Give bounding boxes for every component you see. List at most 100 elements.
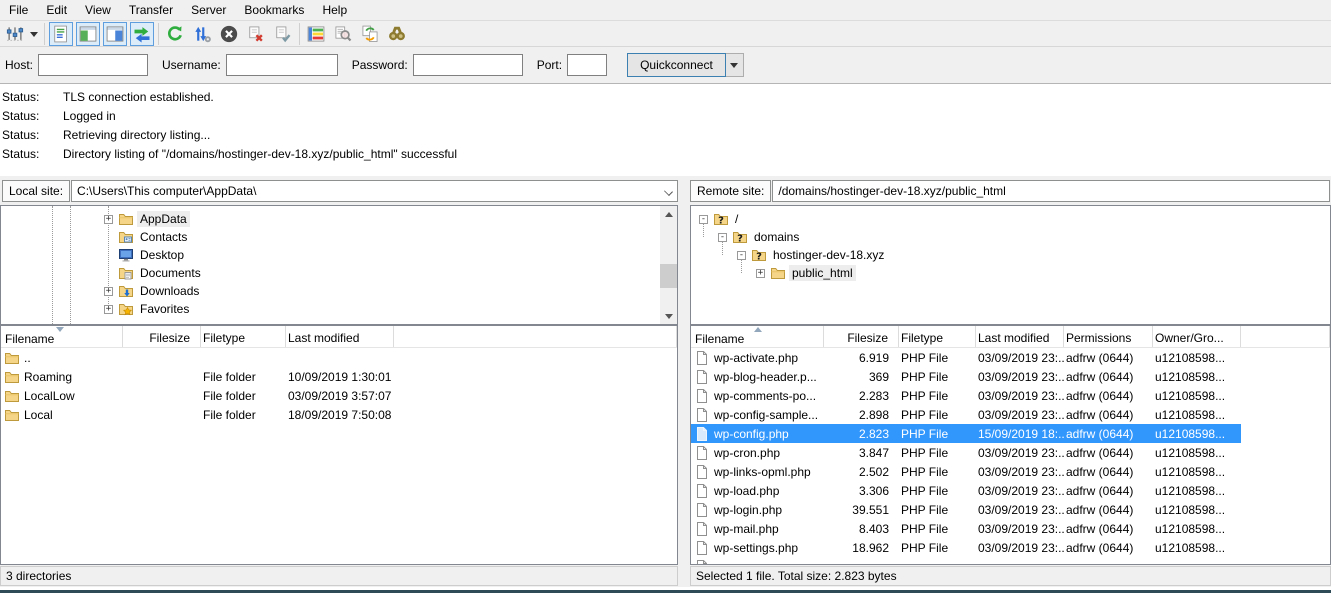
expander-icon[interactable]: - (718, 233, 727, 242)
file-owner: u12108598... (1153, 446, 1241, 460)
table-row[interactable]: wp-activate.php 6.919 PHP File 03/09/201… (691, 348, 1330, 367)
quickconnect-dropdown[interactable] (726, 53, 744, 77)
table-row[interactable]: LocalLow File folder 03/09/2019 3:57:07 (1, 386, 677, 405)
table-row[interactable]: wp-links-opml.php 2.502 PHP File 03/09/2… (691, 462, 1330, 481)
transfer-queue-toggle-button[interactable] (130, 22, 154, 46)
menu-file[interactable]: File (0, 1, 37, 19)
column-header-filesize[interactable]: Filesize (123, 326, 201, 347)
tree-item-downloads[interactable]: + Downloads (1, 282, 677, 300)
expander-icon[interactable]: - (699, 215, 708, 224)
local-path-input[interactable] (72, 181, 677, 201)
file-icon (694, 559, 710, 566)
port-input[interactable] (567, 54, 607, 76)
port-label: Port: (537, 58, 562, 72)
column-header-last-modified[interactable]: Last modified (286, 326, 394, 347)
table-row-selected[interactable]: wp-config.php 2.823 PHP File 15/09/2019 … (691, 424, 1241, 443)
tree-item-contacts[interactable]: Contacts (1, 228, 677, 246)
menu-view[interactable]: View (76, 1, 120, 19)
column-header-filler (394, 326, 677, 347)
sort-ascending-icon (754, 327, 762, 332)
file-name: .. (24, 351, 31, 365)
table-row[interactable]: Roaming File folder 10/09/2019 1:30:01 (1, 367, 677, 386)
toolbar-separator (158, 23, 159, 45)
local-tree-toggle-button[interactable] (76, 22, 100, 46)
tree-item-favorites[interactable]: + Favorites (1, 300, 677, 318)
tree-item-label: Documents (137, 265, 204, 281)
scroll-up-button[interactable] (660, 206, 677, 222)
directory-comparison-button[interactable] (304, 22, 328, 46)
column-header-permissions[interactable]: Permissions (1064, 326, 1153, 347)
local-tree-scrollbar[interactable] (660, 206, 677, 324)
quickconnect-button[interactable]: Quickconnect (627, 53, 726, 77)
tree-item-root[interactable]: - / (691, 210, 1330, 228)
table-row[interactable]: wp-blog-header.p... 369 PHP File 03/09/2… (691, 367, 1330, 386)
synchronized-browsing-button[interactable] (358, 22, 382, 46)
menu-server[interactable]: Server (182, 1, 235, 19)
file-owner: u12108598... (1153, 408, 1241, 422)
tree-item-hostinger-dev[interactable]: - hostinger-dev-18.xyz (691, 246, 1330, 264)
column-header-owner-group[interactable]: Owner/Gro... (1153, 326, 1241, 347)
column-header-last-modified[interactable]: Last modified (976, 326, 1064, 347)
tree-item-public-html[interactable]: + public_html (691, 264, 1330, 282)
reconnect-button[interactable] (271, 22, 295, 46)
message-log-toggle-button[interactable] (49, 22, 73, 46)
menu-bookmarks[interactable]: Bookmarks (235, 1, 313, 19)
find-files-icon (387, 24, 407, 44)
tree-item-domains[interactable]: - domains (691, 228, 1330, 246)
process-queue-button[interactable] (190, 22, 214, 46)
column-header-filesize[interactable]: Filesize (824, 326, 899, 347)
table-row[interactable]: wp-comments-po... 2.283 PHP File 03/09/2… (691, 386, 1330, 405)
menu-transfer[interactable]: Transfer (120, 1, 182, 19)
tree-item-desktop[interactable]: Desktop (1, 246, 677, 264)
file-owner: u12108598... (1153, 351, 1241, 365)
file-name: wp-config.php (714, 427, 789, 441)
table-row[interactable]: wp-cron.php 3.847 PHP File 03/09/2019 23… (691, 443, 1330, 462)
host-input[interactable] (38, 54, 148, 76)
filename-filters-button[interactable] (331, 22, 355, 46)
remote-path-input[interactable] (773, 181, 1329, 201)
disconnect-button[interactable] (244, 22, 268, 46)
local-status-text: 3 directories (6, 569, 71, 583)
cancel-operation-button[interactable] (217, 22, 241, 46)
local-site-label: Local site: (2, 180, 70, 202)
file-modified: 10/09/2019 1:30:01 (286, 370, 394, 384)
username-input[interactable] (226, 54, 338, 76)
table-row[interactable]: wp-login.php 39.551 PHP File 03/09/2019 … (691, 500, 1330, 519)
table-row[interactable]: wp-settings.php 18.962 PHP File 03/09/20… (691, 538, 1330, 557)
table-row[interactable]: .. (1, 348, 677, 367)
expander-icon[interactable]: + (104, 305, 113, 314)
table-row[interactable]: Local File folder 18/09/2019 7:50:08 (1, 405, 677, 424)
menu-edit[interactable]: Edit (37, 1, 76, 19)
column-header-filetype[interactable]: Filetype (201, 326, 286, 347)
expander-icon[interactable]: + (756, 269, 765, 278)
table-row[interactable]: wp-load.php 3.306 PHP File 03/09/2019 23… (691, 481, 1330, 500)
tree-item-appdata[interactable]: + AppData (1, 210, 677, 228)
tree-item-documents[interactable]: Documents (1, 264, 677, 282)
find-files-button[interactable] (385, 22, 409, 46)
site-manager-button[interactable] (3, 22, 27, 46)
remote-site-label: Remote site: (690, 180, 771, 202)
file-owner: u12108598... (1153, 427, 1241, 441)
folder-unknown-icon (732, 229, 748, 245)
file-modified: 03/09/2019 23:... (976, 465, 1064, 479)
column-header-filetype[interactable]: Filetype (899, 326, 976, 347)
site-manager-dropdown[interactable] (27, 22, 40, 46)
scroll-down-button[interactable] (660, 308, 677, 324)
table-row[interactable]: wp-config-sample... 2.898 PHP File 03/09… (691, 405, 1330, 424)
expander-icon[interactable]: - (737, 251, 746, 260)
remote-tree-toggle-button[interactable] (103, 22, 127, 46)
file-type: PHP File (899, 408, 976, 422)
expander-icon[interactable]: + (104, 215, 113, 224)
password-input[interactable] (413, 54, 523, 76)
table-row[interactable]: wp-mail.php 8.403 PHP File 03/09/2019 23… (691, 519, 1330, 538)
remote-path-combo[interactable] (772, 180, 1330, 202)
file-type: File folder (201, 408, 286, 422)
desktop-icon (118, 247, 134, 263)
expander-icon[interactable]: + (104, 287, 113, 296)
file-permissions: adfrw (0644) (1064, 446, 1153, 460)
refresh-button[interactable] (163, 22, 187, 46)
local-path-combo[interactable] (71, 180, 678, 202)
scrollbar-thumb[interactable] (660, 264, 677, 288)
log-status-label: Status: (0, 145, 63, 164)
menu-help[interactable]: Help (313, 1, 356, 19)
